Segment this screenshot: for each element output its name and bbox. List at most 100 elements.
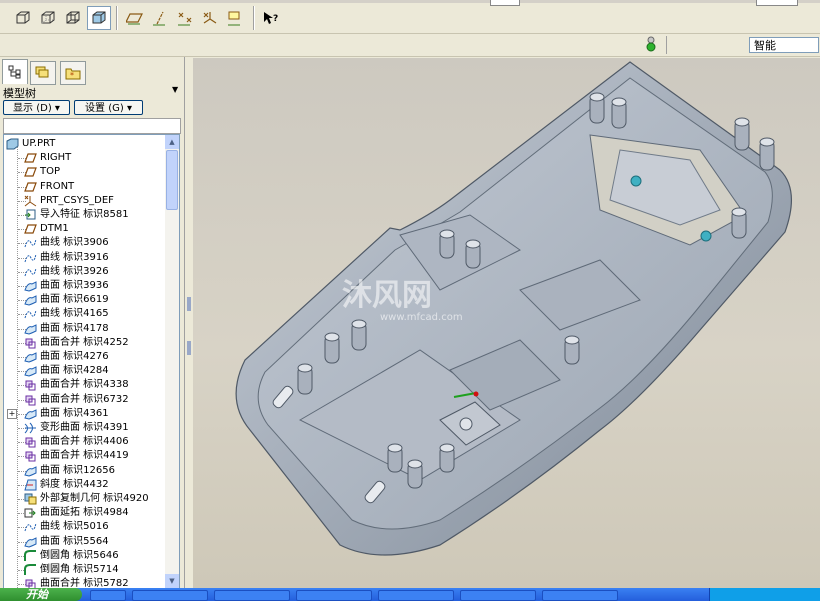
tree-node[interactable]: 曲面合并 标识6732 xyxy=(4,393,164,407)
tree-scrollbar[interactable]: ▲ ▼ xyxy=(165,134,180,589)
collapse-left-icon[interactable] xyxy=(187,297,191,311)
surface-icon xyxy=(24,365,37,377)
tree-node[interactable]: 外部复制几何 标识4920 xyxy=(4,492,164,506)
tree-node[interactable]: DTM1 xyxy=(4,222,164,236)
selected-point xyxy=(473,391,479,397)
tree-node[interactable]: 曲线 标识5016 xyxy=(4,520,164,534)
model-tree-tab[interactable] xyxy=(2,59,28,84)
datum-points-toggle-icon[interactable] xyxy=(174,7,196,29)
curve-icon xyxy=(24,521,37,533)
merge-icon xyxy=(24,450,37,462)
taskbar-app[interactable] xyxy=(132,590,208,601)
taskbar-app[interactable] xyxy=(214,590,290,601)
tree-node[interactable]: 曲线 标识4165 xyxy=(4,307,164,321)
tree-node-label: 曲面合并 标识6732 xyxy=(40,393,129,405)
highlighted-feature xyxy=(700,230,712,242)
tree-node[interactable]: 曲面 标识6619 xyxy=(4,293,164,307)
chevron-down-icon: ▾ xyxy=(54,103,60,114)
tree-node[interactable]: 斜度 标识4432 xyxy=(4,478,164,492)
panel-menu-arrow[interactable]: ▼ xyxy=(172,85,178,94)
tree-node[interactable]: FRONT xyxy=(4,180,164,194)
tree-node[interactable]: 导入特征 标识8581 xyxy=(4,208,164,222)
context-help-icon[interactable]: ? xyxy=(260,7,282,29)
tree-node-label: 曲线 标识4165 xyxy=(40,308,109,320)
main-toolbar: ? xyxy=(0,0,820,34)
tree-node-label: 曲面 标识6619 xyxy=(40,294,109,306)
tree-node[interactable]: 曲线 标识3906 xyxy=(4,236,164,250)
coordinate-systems-toggle-icon[interactable] xyxy=(199,7,221,29)
model-tree[interactable]: UP.PRT RIGHT TOP FRONT PRT_CSYS_DEF 导入特征 标识85… xyxy=(3,134,167,589)
tree-node-label: 曲面 标识5564 xyxy=(40,535,109,547)
tree-node[interactable]: 曲面 标识5564 xyxy=(4,535,164,549)
pocket-hole xyxy=(459,417,473,431)
datum-planes-toggle-icon[interactable] xyxy=(124,7,146,29)
scroll-down-icon[interactable]: ▼ xyxy=(165,574,179,588)
tree-node[interactable]: 变形曲面 标识4391 xyxy=(4,421,164,435)
tree-node-label: 曲面合并 标识4419 xyxy=(40,450,129,462)
selection-filter-select[interactable]: 智能 xyxy=(749,37,819,53)
surface-icon xyxy=(24,408,37,420)
tree-node[interactable]: 曲面 标识4276 xyxy=(4,350,164,364)
taskbar-app[interactable] xyxy=(378,590,454,601)
toolbar-separator xyxy=(666,36,667,54)
toolbar-top-edge xyxy=(0,0,820,3)
no-hidden-view-icon[interactable] xyxy=(12,7,34,29)
tree-node[interactable]: 曲面 标识3936 xyxy=(4,279,164,293)
annotation-toggle-icon[interactable] xyxy=(224,7,246,29)
show-dropdown-button[interactable]: 显示 (D) ▾ xyxy=(3,100,70,115)
tree-node[interactable]: 曲线 标识3916 xyxy=(4,251,164,265)
scroll-thumb[interactable] xyxy=(166,150,178,210)
taskbar-app[interactable] xyxy=(542,590,618,601)
tree-node[interactable]: 曲面 标识4284 xyxy=(4,364,164,378)
tree-node[interactable]: RIGHT xyxy=(4,151,164,165)
import-feature-icon xyxy=(24,209,37,221)
round-icon xyxy=(24,564,37,576)
datum-plane-icon xyxy=(24,181,37,193)
merge-icon xyxy=(24,394,37,406)
tree-node[interactable]: 曲面合并 标识4419 xyxy=(4,449,164,463)
tree-node[interactable]: 曲面延拓 标识4984 xyxy=(4,506,164,520)
favorites-tab[interactable]: * xyxy=(60,61,86,85)
surface-icon xyxy=(24,323,37,335)
surface-icon xyxy=(24,536,37,548)
hidden-line-view-icon[interactable] xyxy=(37,7,59,29)
tree-node[interactable]: 曲面 标识4178 xyxy=(4,322,164,336)
panel-splitter[interactable] xyxy=(185,57,193,588)
tree-node[interactable]: 曲线 标识3926 xyxy=(4,265,164,279)
tree-node[interactable]: 曲面 标识4361 + xyxy=(4,407,164,421)
collapse-right-icon[interactable] xyxy=(187,341,191,355)
taskbar-app[interactable] xyxy=(460,590,536,601)
tree-node[interactable]: PRT_CSYS_DEF xyxy=(4,194,164,208)
start-button[interactable]: 开始 xyxy=(0,588,82,601)
tree-node[interactable]: TOP xyxy=(4,165,164,179)
tree-column-header xyxy=(3,118,181,134)
tree-node[interactable]: 曲面合并 标识4406 xyxy=(4,435,164,449)
show-dropdown-label: 显示 (D) xyxy=(13,103,52,114)
toolbar-field-stub[interactable] xyxy=(490,0,520,6)
svg-text:?: ? xyxy=(273,14,278,24)
expand-node-icon[interactable]: + xyxy=(7,408,17,419)
graphics-window[interactable]: 沐风网 www.mfcad.com xyxy=(193,58,820,588)
extend-icon xyxy=(24,507,37,519)
tree-node[interactable]: 曲面合并 标识4338 xyxy=(4,378,164,392)
shaded-view-icon[interactable] xyxy=(87,6,111,30)
toolbar-field-stub[interactable] xyxy=(756,0,798,6)
taskbar-app[interactable] xyxy=(296,590,372,601)
tree-node-label: 曲线 标识3926 xyxy=(40,265,109,277)
curve-icon xyxy=(24,252,37,264)
taskbar-app[interactable] xyxy=(90,590,126,601)
tree-node[interactable]: 曲面 标识12656 xyxy=(4,464,164,478)
tree-node[interactable]: 曲面合并 标识4252 xyxy=(4,336,164,350)
datum-axes-toggle-icon[interactable] xyxy=(149,7,171,29)
scroll-up-icon[interactable]: ▲ xyxy=(165,135,179,149)
windows-taskbar: 开始 xyxy=(0,588,820,601)
tree-node-label: RIGHT xyxy=(40,152,72,164)
tree-node[interactable]: UP.PRT xyxy=(4,137,164,151)
tree-node[interactable]: 倒圆角 标识5646 xyxy=(4,549,164,563)
layers-tab[interactable] xyxy=(30,61,56,85)
wireframe-view-icon[interactable] xyxy=(62,7,84,29)
datum-plane-icon xyxy=(24,223,37,235)
datum-plane-icon xyxy=(24,166,37,178)
tree-node[interactable]: 倒圆角 标识5714 xyxy=(4,563,164,577)
settings-dropdown-button[interactable]: 设置 (G) ▾ xyxy=(74,100,143,115)
